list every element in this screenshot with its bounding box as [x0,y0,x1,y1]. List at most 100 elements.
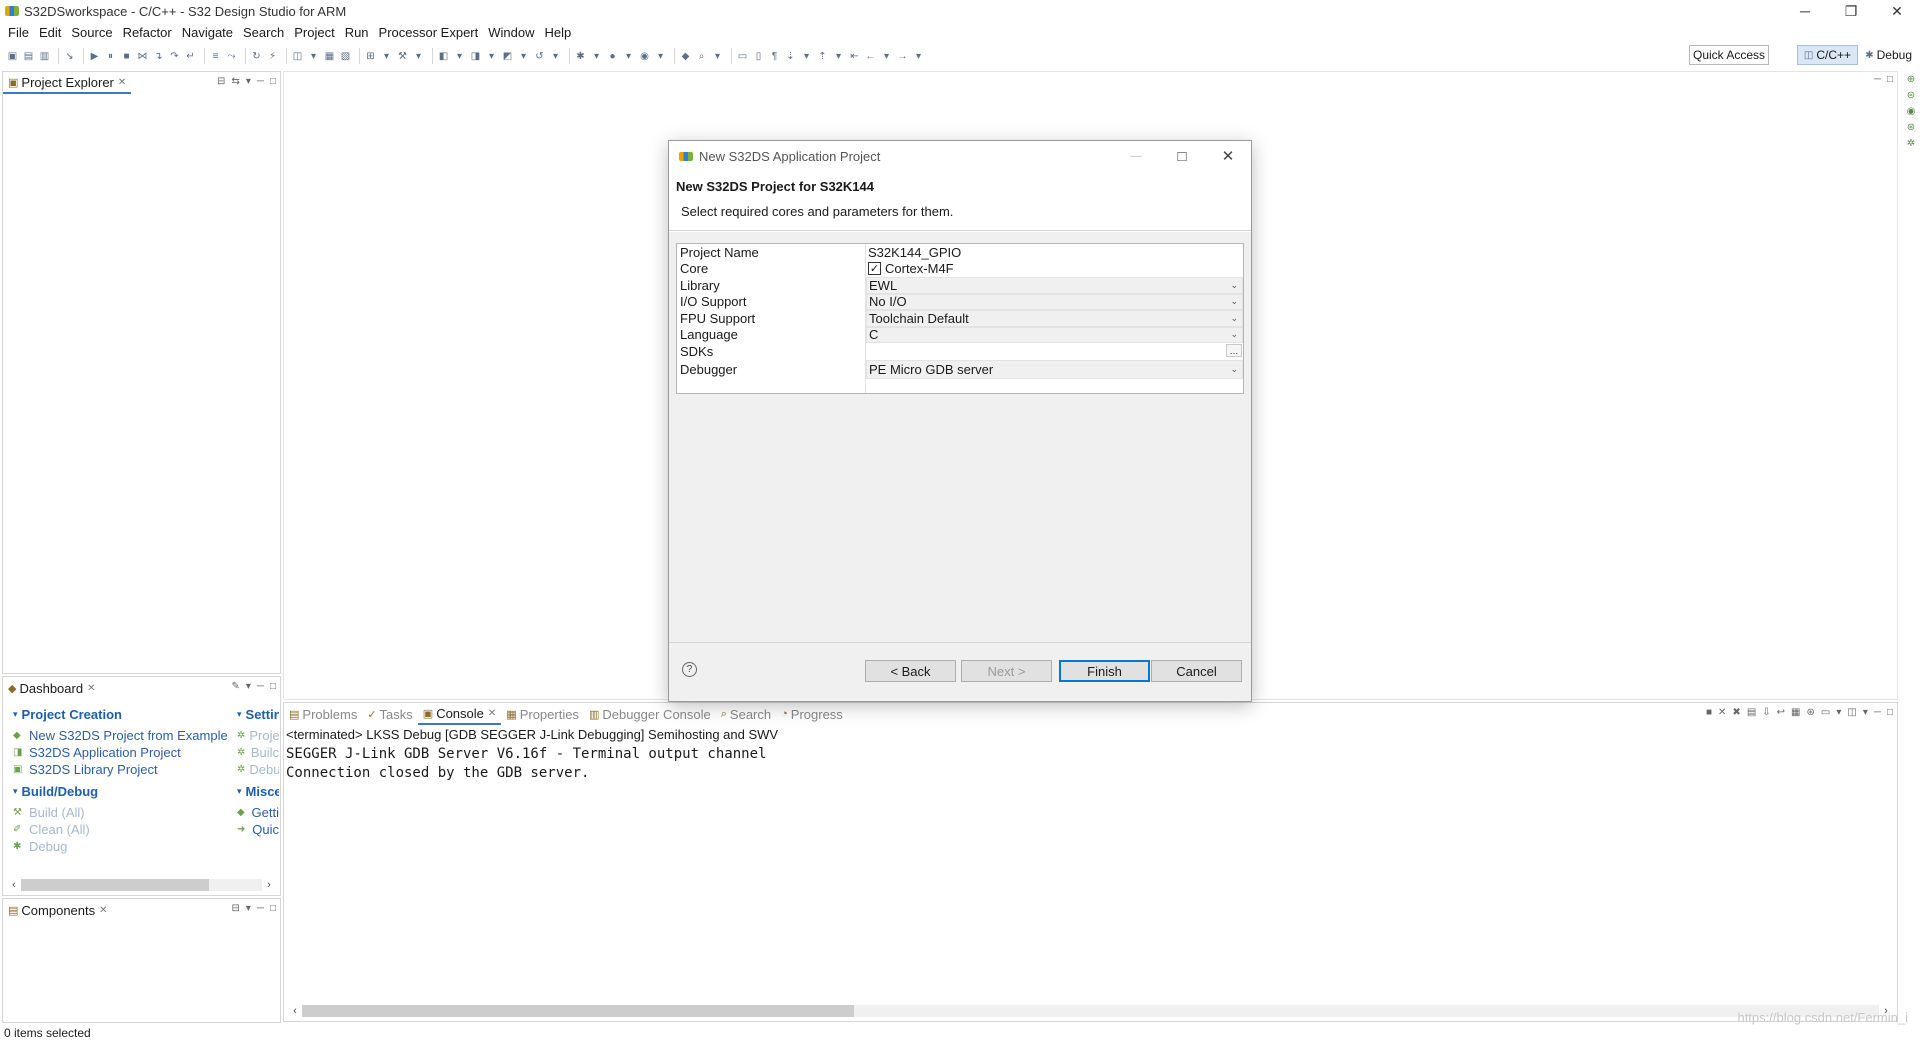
outline-icon[interactable]: ⊜ [1907,90,1915,101]
quick-access-field[interactable]: Quick Access [1689,45,1769,65]
search-icon[interactable]: ⌕ [695,50,708,63]
maximize-icon[interactable]: □ [270,681,276,692]
perspective-debug[interactable]: ✱ Debug [1865,45,1912,65]
section-settings[interactable]: ▾ Settin [237,707,279,722]
tab-dashboard[interactable]: ◆ Dashboard ✕ [3,677,100,699]
tab-debugger-console[interactable]: ▥ Debugger Console [584,703,716,725]
tab-problems[interactable]: ▤ Problems [284,703,362,725]
hammer-icon[interactable]: ⚒ [396,50,409,63]
io-support-select[interactable]: No I/O ⌄ [866,293,1243,310]
remove-launch-icon[interactable]: ✕ [1718,707,1726,718]
section-misc[interactable]: ▾ Misce [237,784,279,799]
dropdown-icon[interactable]: ▾ [711,50,724,63]
link-application-project[interactable]: ◨ S32DS Application Project [13,744,233,761]
dropdown-icon[interactable]: ▾ [517,50,530,63]
restore-icon[interactable]: ⊕ [1907,74,1915,85]
close-icon[interactable]: ✕ [488,708,496,719]
step-over-icon[interactable]: ↷ [168,50,181,63]
minimize-icon[interactable]: ─ [257,76,264,87]
pencil-icon[interactable]: ✎ [231,681,239,692]
toggle-block-icon[interactable]: ▯ [752,50,765,63]
minimize-icon[interactable]: ─ [257,903,264,914]
green-dot-icon[interactable]: ◉ [1907,106,1916,117]
sdks-field[interactable]: … [866,343,1243,360]
remove-all-icon[interactable]: ✖ [1732,707,1740,718]
save-icon[interactable]: ▤ [22,50,35,63]
terminate-icon[interactable]: ■ [1706,707,1712,718]
new-project-icon[interactable]: ◫ [291,50,304,63]
run-icon[interactable]: ● [606,50,619,63]
suspend-icon[interactable]: ⏸ [104,50,117,63]
drop-frame-icon[interactable]: ⤳ [225,50,238,63]
restart-icon[interactable]: ↻ [250,50,263,63]
tab-search[interactable]: ⌕ Search [716,703,776,725]
step-into-icon[interactable]: ↴ [152,50,165,63]
chevron-left-icon[interactable]: ‹ [288,1005,302,1017]
dropdown-icon[interactable]: ▾ [832,50,845,63]
dashboard-horizontal-scrollbar[interactable]: ‹ › [7,877,276,893]
maximize-icon[interactable]: □ [270,903,276,914]
build-config-icon[interactable]: ⊞ [364,50,377,63]
instruction-step-icon[interactable]: ≡ [209,50,222,63]
toggle-mark-icon[interactable]: ▭ [736,50,749,63]
minimize-icon[interactable]: ─ [1874,707,1881,718]
cancel-button[interactable]: Cancel [1151,660,1242,682]
tab-tasks[interactable]: ✓ Tasks [362,703,417,725]
restore-button[interactable]: ❐ [1828,0,1874,22]
menu-processor-expert[interactable]: Processor Expert [374,25,484,40]
menu-edit[interactable]: Edit [34,25,66,40]
section-build-debug[interactable]: ▾ Build/Debug [13,784,233,799]
project-name-field[interactable]: S32K144_GPIO [866,244,1243,261]
link-settings-project[interactable]: ✲ Proje [237,727,279,744]
dropdown-icon[interactable]: ▾ [622,50,635,63]
dropdown-icon[interactable]: ▾ [307,50,320,63]
core-checkbox[interactable]: ✓ [868,262,881,276]
print-icon[interactable]: ▧ [339,50,352,63]
view-menu-icon[interactable]: ▾ [246,903,251,914]
tab-properties[interactable]: ▦ Properties [501,703,584,725]
console-horizontal-scrollbar[interactable]: ‹ › [288,1003,1893,1019]
dropdown-icon[interactable]: ▾ [800,50,813,63]
fpu-support-select[interactable]: Toolchain Default ⌄ [866,310,1243,327]
scroll-lock-icon[interactable]: ⇩ [1762,707,1770,718]
core-field[interactable]: ✓ Cortex-M4F [866,261,1243,278]
new-folder-icon[interactable]: ◩ [501,50,514,63]
dropdown-icon[interactable]: ▾ [485,50,498,63]
pin-icon[interactable]: ⊛ [1907,122,1915,133]
dialog-minimize-button[interactable]: ─ [1113,141,1159,171]
view-menu-icon[interactable]: ▾ [1863,707,1868,718]
pin-console-icon[interactable]: ⊛ [1807,707,1815,718]
back-icon[interactable]: ← [864,50,877,63]
clear-console-icon[interactable]: ▤ [1747,707,1756,718]
link-settings-build[interactable]: ✲ Builc [237,744,279,761]
next-button[interactable]: Next > [961,660,1052,682]
new-icon[interactable]: ▣ [6,50,19,63]
close-icon[interactable]: ✕ [99,905,107,916]
show-on-output-icon[interactable]: ▦ [1791,707,1800,718]
link-editor-icon[interactable]: ⇆ [231,76,239,87]
chevron-right-icon[interactable]: › [262,879,276,891]
link-debug[interactable]: ✱ Debug [13,838,233,855]
next-annotation-icon[interactable]: ⇣ [784,50,797,63]
close-button[interactable]: ✕ [1874,0,1920,22]
language-select[interactable]: C ⌄ [866,326,1243,343]
dropdown-icon[interactable]: ▾ [549,50,562,63]
link-library-project[interactable]: ▣ S32DS Library Project [13,761,233,778]
menu-project[interactable]: Project [289,25,339,40]
finish-button[interactable]: Finish [1059,660,1150,682]
view-menu-icon[interactable]: ▾ [246,681,251,692]
menu-window[interactable]: Window [483,25,539,40]
skip-breakpoints-icon[interactable]: ↘ [63,50,76,63]
menu-run[interactable]: Run [340,25,374,40]
library-select[interactable]: EWL ⌄ [866,277,1243,294]
dropdown-icon[interactable]: ▾ [453,50,466,63]
menu-refactor[interactable]: Refactor [118,25,177,40]
disconnect-icon[interactable]: ⋈ [136,50,149,63]
maximize-icon[interactable]: □ [270,76,276,87]
link-settings-debug[interactable]: ✲ Debu [237,761,279,778]
dropdown-icon[interactable]: ▾ [380,50,393,63]
link-getting-started[interactable]: ◆ Getti [237,804,279,821]
dropdown-icon[interactable]: ▾ [412,50,425,63]
sdks-browse-button[interactable]: … [1226,344,1242,357]
resume-icon[interactable]: ▶ [88,50,101,63]
